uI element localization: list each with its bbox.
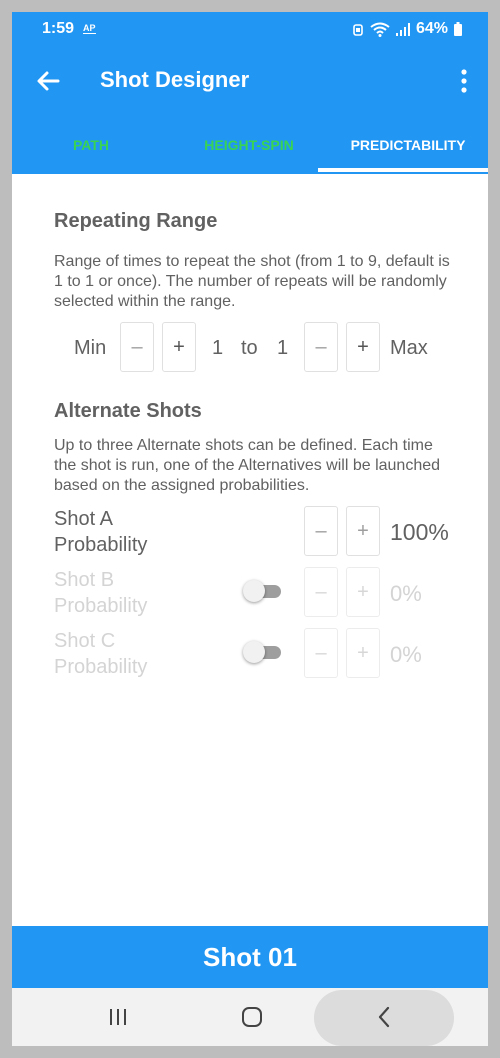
shot-c-toggle-thumb [243,641,265,663]
content-panel: Repeating Range Range of times to repeat… [12,174,488,926]
more-options-icon[interactable] [458,68,470,94]
status-time: 1:59 [42,20,75,37]
repeating-range-heading: Repeating Range [54,210,218,232]
home-icon [242,1007,262,1027]
alarm-icon [353,24,363,36]
tab-height-spin[interactable]: HEIGHT-SPIN [170,116,328,174]
app-bar: Shot Designer [12,46,488,116]
shot-b-probability-value: 0% [390,581,422,606]
system-back-button[interactable] [354,988,414,1046]
battery-icon [454,22,462,36]
back-arrow-icon[interactable] [32,65,64,97]
shot-c-decrement-button[interactable]: – [304,628,338,678]
tab-indicator [318,168,488,172]
shot-a-name: Shot A [54,508,113,530]
shot-a-decrement-button[interactable]: – [304,506,338,556]
shot-a-probability-label: Probability [54,534,148,556]
shot-b-name: Shot B [54,569,115,591]
home-button[interactable] [222,988,282,1046]
tab-predictability[interactable]: PREDICTABILITY [328,116,488,174]
shot-c-increment-button[interactable]: + [346,628,380,678]
alternate-shots-heading: Alternate Shots [54,400,202,422]
alternate-shots-description: Up to three Alternate shots can be defin… [54,437,441,494]
chevron-left-icon [378,1006,390,1028]
min-increment-button[interactable]: + [162,322,196,372]
shot-b-decrement-button[interactable]: – [304,567,338,617]
status-icons: 64% [352,20,462,38]
shot-label-bar[interactable]: Shot 01 [12,926,488,988]
repeating-range-description: Range of times to repeat the shot (from … [54,253,450,310]
ap-badge: AP [83,23,96,34]
tab-path[interactable]: PATH [12,116,170,174]
shot-c-toggle[interactable] [243,641,283,663]
min-label: Min [74,337,107,359]
shot-b-probability-label: Probability [54,595,148,617]
shot-a-increment-button[interactable]: + [346,506,380,556]
shot-b-increment-button[interactable]: + [346,567,380,617]
max-label: Max [390,337,428,359]
max-value: 1 [277,337,289,359]
recent-apps-button[interactable] [88,988,148,1046]
shot-c-probability-value: 0% [390,642,422,667]
shot-c-name: Shot C [54,630,116,652]
battery-percent: 64% [415,20,448,37]
to-label: to [241,337,258,359]
max-increment-button[interactable]: + [346,322,380,372]
signal-icon [395,22,410,36]
shot-c-probability-label: Probability [54,656,148,678]
min-decrement-button[interactable]: – [120,322,154,372]
recent-apps-icon [110,1009,126,1025]
shot-a-probability-value: 100% [390,519,449,545]
shot-label: Shot 01 [203,941,297,972]
wifi-icon [370,22,390,37]
tab-bar: PATH HEIGHT-SPIN PREDICTABILITY [12,116,488,174]
max-decrement-button[interactable]: – [304,322,338,372]
page-title: Shot Designer [100,67,250,92]
system-nav-bar [12,988,488,1046]
min-value: 1 [212,337,224,359]
status-bar: 1:59 AP 64% [12,12,488,46]
shot-b-toggle[interactable] [243,580,283,602]
shot-b-toggle-thumb [243,580,265,602]
